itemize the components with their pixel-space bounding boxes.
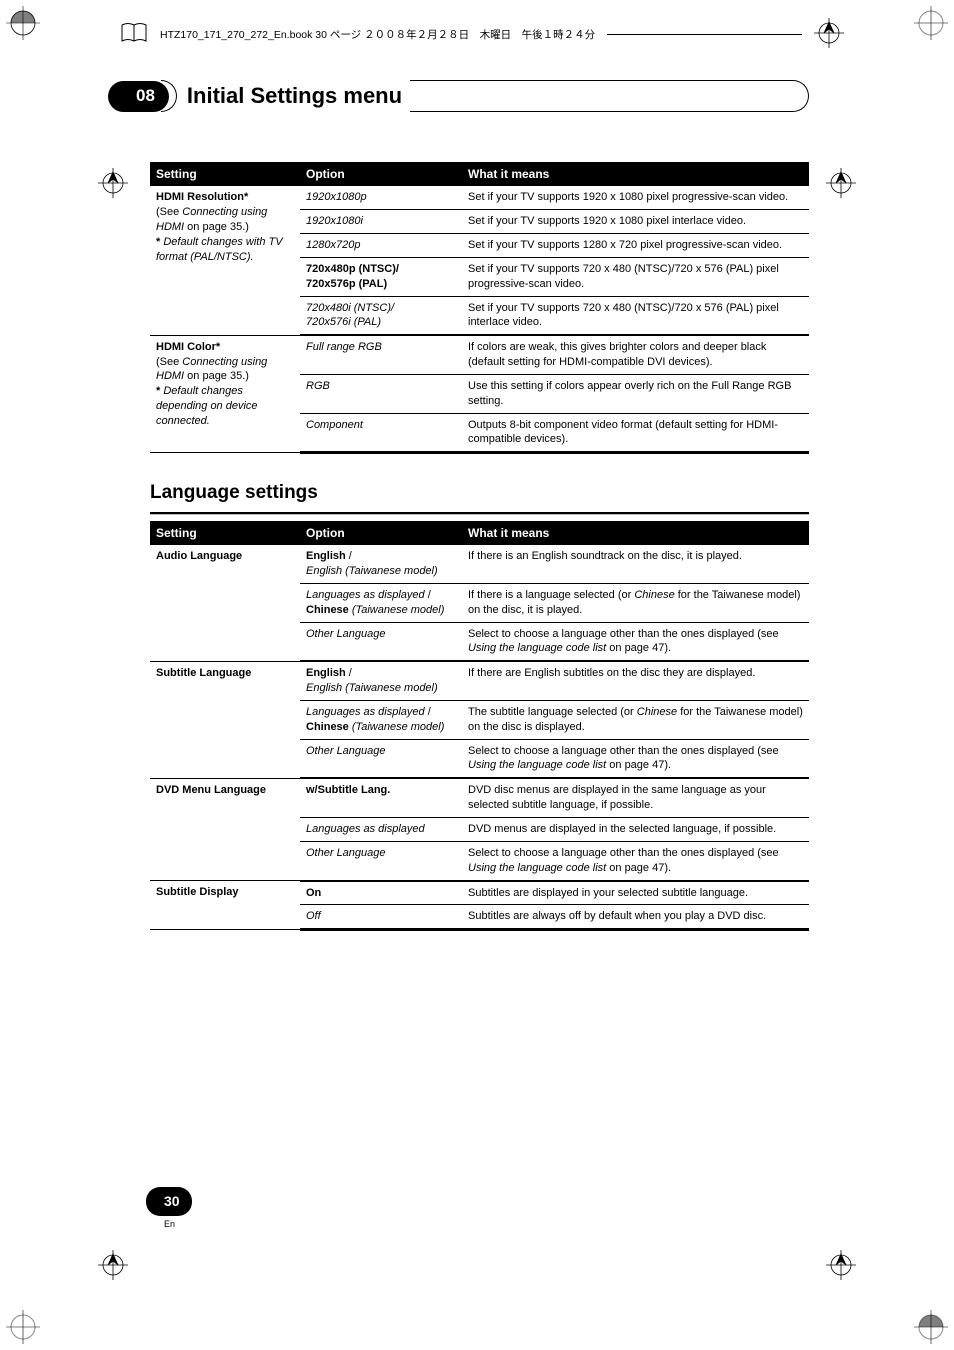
registration-mark: [914, 6, 948, 40]
meaning-cell: Outputs 8-bit component video format (de…: [462, 413, 809, 453]
option-cell: Off: [300, 905, 462, 930]
setting-cell: Subtitle Display: [150, 881, 300, 930]
meaning-cell: Set if your TV supports 720 x 480 (NTSC)…: [462, 257, 809, 296]
meaning-cell: If there is an English soundtrack on the…: [462, 545, 809, 583]
registration-mark: [6, 1310, 40, 1344]
page-number: 30: [146, 1187, 192, 1216]
crop-arrow-icon: [826, 1250, 856, 1286]
meaning-cell: Set if your TV supports 1280 x 720 pixel…: [462, 234, 809, 258]
setting-cell: DVD Menu Language: [150, 778, 300, 880]
option-cell: 1920x1080p: [300, 186, 462, 209]
page-number-badge: 30 En: [150, 957, 809, 1230]
print-header-text: HTZ170_171_270_272_En.book 30 ページ ２００８年２…: [160, 28, 595, 42]
crop-arrow-icon: [98, 1250, 128, 1286]
meaning-cell: Select to choose a language other than t…: [462, 739, 809, 778]
col-header-meaning: What it means: [462, 162, 809, 186]
col-header-option: Option: [300, 521, 462, 545]
option-cell: 720x480i (NTSC)/720x576i (PAL): [300, 296, 462, 335]
meaning-cell: If there is a language selected (or Chin…: [462, 583, 809, 622]
registration-mark: [914, 1310, 948, 1344]
option-cell: 1280x720p: [300, 234, 462, 258]
setting-cell: HDMI Resolution*(See Connecting using HD…: [150, 186, 300, 335]
option-cell: Languages as displayed: [300, 817, 462, 841]
meaning-cell: DVD menus are displayed in the selected …: [462, 817, 809, 841]
crop-target-icon: [814, 18, 844, 52]
meaning-cell: Select to choose a language other than t…: [462, 622, 809, 661]
crop-arrow-icon: [826, 168, 856, 204]
meaning-cell: Subtitles are displayed in your selected…: [462, 881, 809, 905]
setting-cell: HDMI Color*(See Connecting using HDMI on…: [150, 335, 300, 453]
meaning-cell: Set if your TV supports 1920 x 1080 pixe…: [462, 186, 809, 209]
col-header-option: Option: [300, 162, 462, 186]
settings-table-1: Setting Option What it means HDMI Resolu…: [150, 162, 809, 454]
page-lang: En: [164, 1218, 175, 1230]
option-cell: On: [300, 881, 462, 905]
meaning-cell: Set if your TV supports 1920 x 1080 pixe…: [462, 210, 809, 234]
meaning-cell: Subtitles are always off by default when…: [462, 905, 809, 930]
chapter-title: Initial Settings menu: [187, 81, 414, 111]
book-icon: [120, 22, 148, 48]
option-cell: Languages as displayed /Chinese (Taiwane…: [300, 700, 462, 739]
meaning-cell: Use this setting if colors appear overly…: [462, 374, 809, 413]
option-cell: Other Language: [300, 739, 462, 778]
option-cell: Languages as displayed /Chinese (Taiwane…: [300, 583, 462, 622]
option-cell: English /English (Taiwanese model): [300, 661, 462, 700]
meaning-cell: The subtitle language selected (or Chine…: [462, 700, 809, 739]
option-cell: Component: [300, 413, 462, 453]
meaning-cell: Set if your TV supports 720 x 480 (NTSC)…: [462, 296, 809, 335]
registration-mark: [6, 6, 40, 40]
meaning-cell: Select to choose a language other than t…: [462, 841, 809, 880]
col-header-meaning: What it means: [462, 521, 809, 545]
option-cell: Full range RGB: [300, 335, 462, 374]
setting-cell: Audio Language: [150, 545, 300, 661]
print-header: HTZ170_171_270_272_En.book 30 ページ ２００８年２…: [0, 0, 954, 52]
settings-table-2: Setting Option What it means Audio Langu…: [150, 521, 809, 931]
option-cell: w/Subtitle Lang.: [300, 778, 462, 817]
option-cell: Other Language: [300, 841, 462, 880]
col-header-setting: Setting: [150, 521, 300, 545]
option-cell: Other Language: [300, 622, 462, 661]
option-cell: English /English (Taiwanese model): [300, 545, 462, 583]
col-header-setting: Setting: [150, 162, 300, 186]
section-underline: [150, 512, 809, 515]
meaning-cell: DVD disc menus are displayed in the same…: [462, 778, 809, 817]
option-cell: 1920x1080i: [300, 210, 462, 234]
chapter-header: 08 Initial Settings menu: [150, 80, 809, 112]
chapter-number: 08: [108, 81, 169, 112]
meaning-cell: If colors are weak, this gives brighter …: [462, 335, 809, 374]
crop-arrow-icon: [98, 168, 128, 204]
section-title-language: Language settings: [150, 480, 809, 506]
option-cell: 720x480p (NTSC)/720x576p (PAL): [300, 257, 462, 296]
meaning-cell: If there are English subtitles on the di…: [462, 661, 809, 700]
setting-cell: Subtitle Language: [150, 661, 300, 778]
option-cell: RGB: [300, 374, 462, 413]
